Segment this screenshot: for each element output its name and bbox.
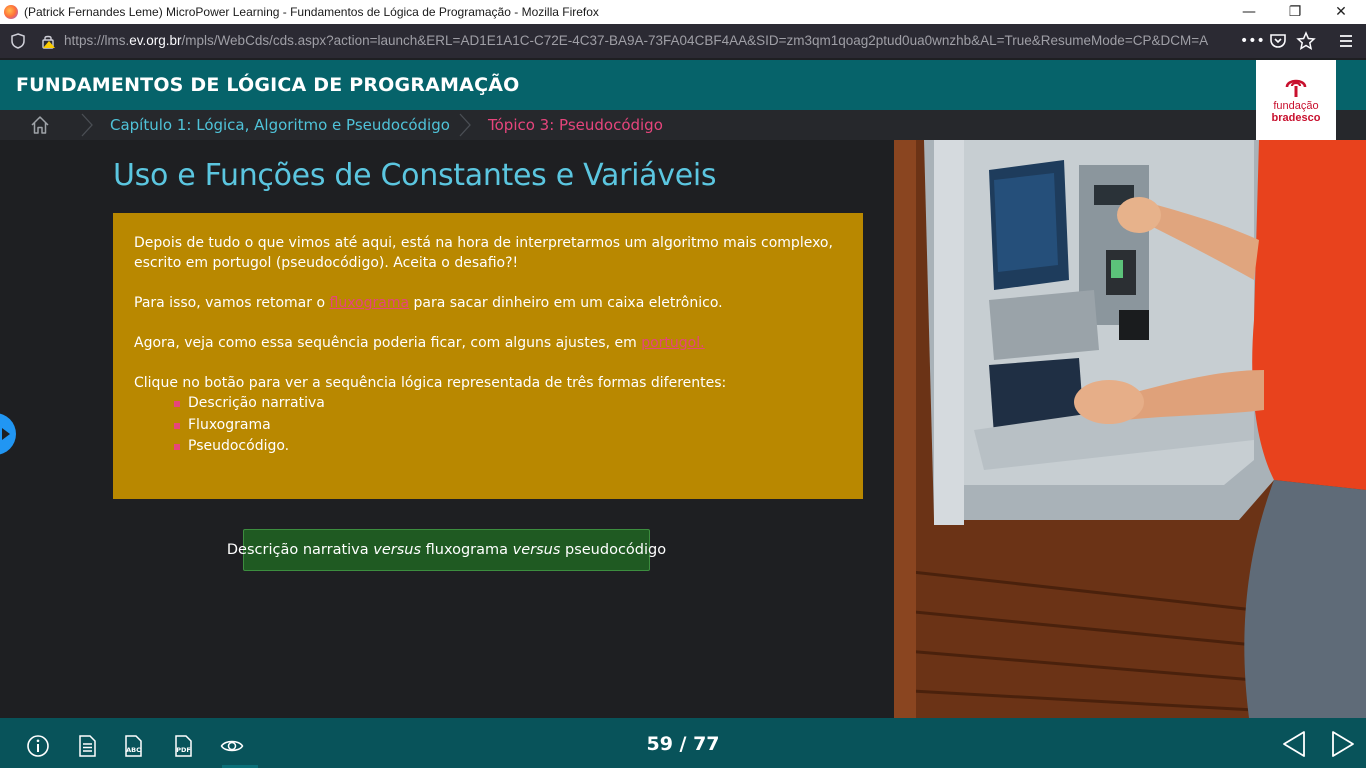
pdf-icon-label: PDF	[176, 746, 191, 754]
url-bar[interactable]: https://lms.ev.org.br/mpls/WebCds/cds.as…	[0, 24, 1366, 58]
document-icon[interactable]	[75, 734, 99, 758]
list-item-label: Fluxograma	[188, 416, 271, 433]
shield-icon[interactable]	[10, 33, 26, 49]
next-page-icon[interactable]	[1330, 730, 1356, 758]
pdf-icon[interactable]: PDF	[172, 734, 196, 758]
fundacao-bradesco-logo: fundação bradesco	[1256, 60, 1336, 140]
minimize-button[interactable]: —	[1226, 0, 1272, 24]
url-prefix: https://lms.	[64, 33, 130, 48]
forms-list: Descrição narrativa Fluxograma Pseudocód…	[174, 393, 842, 458]
paragraph-text: Para isso, vamos retomar o	[134, 295, 330, 311]
lesson-content: Uso e Funções de Constantes e Variáveis …	[0, 140, 894, 718]
glossary-icon-label: ABC	[126, 746, 141, 754]
atm-illustration	[894, 140, 1366, 718]
eye-icon[interactable]	[220, 734, 244, 758]
intro-paragraph: Depois de tudo o que vimos até aqui, est…	[134, 235, 833, 271]
breadcrumb-chapter[interactable]: Capítulo 1: Lógica, Algoritmo e Pseudocó…	[110, 116, 450, 134]
bookmark-star-icon[interactable]	[1296, 31, 1316, 51]
button-text: fluxograma	[421, 542, 513, 558]
firefox-icon	[4, 5, 18, 19]
logo-text-fundacao: fundação	[1273, 100, 1319, 112]
page-indicator: 59 / 77	[646, 733, 720, 755]
window-title: (Patrick Fernandes Leme) MicroPower Lear…	[24, 5, 599, 19]
menu-icon[interactable]	[1336, 31, 1356, 51]
logo-text-bradesco: bradesco	[1271, 112, 1321, 124]
paragraph-text: para sacar dinheiro em um caixa eletrôni…	[409, 295, 723, 311]
pocket-icon[interactable]	[1268, 31, 1288, 51]
fluxograma-link[interactable]: fluxograma	[330, 295, 410, 311]
bullet-icon	[174, 401, 180, 407]
url-field[interactable]: https://lms.ev.org.br/mpls/WebCds/cds.as…	[64, 33, 1234, 48]
button-text: Descrição narrativa	[226, 542, 374, 558]
list-item-label: Pseudocódigo.	[188, 438, 290, 454]
home-icon[interactable]	[30, 115, 50, 135]
list-item-label: Descrição narrativa	[188, 395, 325, 411]
breadcrumb-separator-icon	[81, 113, 93, 137]
previous-page-icon[interactable]	[1281, 730, 1307, 758]
side-panel-toggle[interactable]	[0, 413, 16, 455]
list-item: Pseudocódigo.	[174, 436, 842, 458]
breadcrumb: Capítulo 1: Lógica, Algoritmo e Pseudocó…	[0, 110, 1366, 140]
atm-photo	[894, 140, 1366, 718]
button-text-italic: versus	[373, 542, 422, 558]
close-window-button[interactable]: ✕	[1318, 0, 1364, 24]
bullet-icon	[174, 444, 180, 450]
bradesco-logo-icon	[1285, 79, 1307, 97]
button-text: pseudocódigo	[560, 542, 667, 558]
lesson-text-box: Depois de tudo o que vimos até aqui, est…	[113, 213, 863, 499]
glossary-icon[interactable]: ABC	[122, 734, 146, 758]
player-footer: ABC PDF 59 / 77	[0, 718, 1366, 768]
insecure-lock-icon[interactable]	[40, 33, 56, 49]
url-path: /mpls/WebCds/cds.aspx?action=launch&ERL=…	[181, 33, 1209, 48]
bullet-icon	[174, 422, 180, 429]
page-actions-icon[interactable]: •••	[1240, 31, 1265, 51]
browser-title-bar: (Patrick Fernandes Leme) MicroPower Lear…	[0, 0, 1366, 24]
url-domain: ev.org.br	[129, 33, 182, 48]
info-icon[interactable]	[26, 734, 50, 758]
instruction-paragraph: Clique no botão para ver a sequência lóg…	[134, 375, 727, 391]
restore-button[interactable]: ❐	[1272, 0, 1318, 24]
retomar-paragraph: Para isso, vamos retomar o fluxograma pa…	[134, 293, 842, 313]
list-item: Fluxograma	[174, 415, 842, 437]
page-title: Uso e Funções de Constantes e Variáveis	[113, 158, 717, 193]
course-title: FUNDAMENTOS DE LÓGICA DE PROGRAMAÇÃO	[16, 74, 520, 96]
portugol-paragraph: Agora, veja como essa sequência poderia …	[134, 333, 842, 353]
breadcrumb-topic[interactable]: Tópico 3: Pseudocódigo	[488, 116, 663, 134]
button-text-italic: versus	[512, 542, 561, 558]
breadcrumb-separator-icon	[459, 113, 471, 137]
compare-representations-button[interactable]: Descrição narrativa versus fluxograma ve…	[227, 529, 666, 571]
portugol-link[interactable]: portugol.	[641, 335, 704, 351]
list-item: Descrição narrativa	[174, 393, 842, 415]
course-header: FUNDAMENTOS DE LÓGICA DE PROGRAMAÇÃO	[0, 60, 1366, 110]
expand-arrow-icon	[2, 428, 10, 440]
paragraph-text: Agora, veja como essa sequência poderia …	[134, 335, 642, 351]
